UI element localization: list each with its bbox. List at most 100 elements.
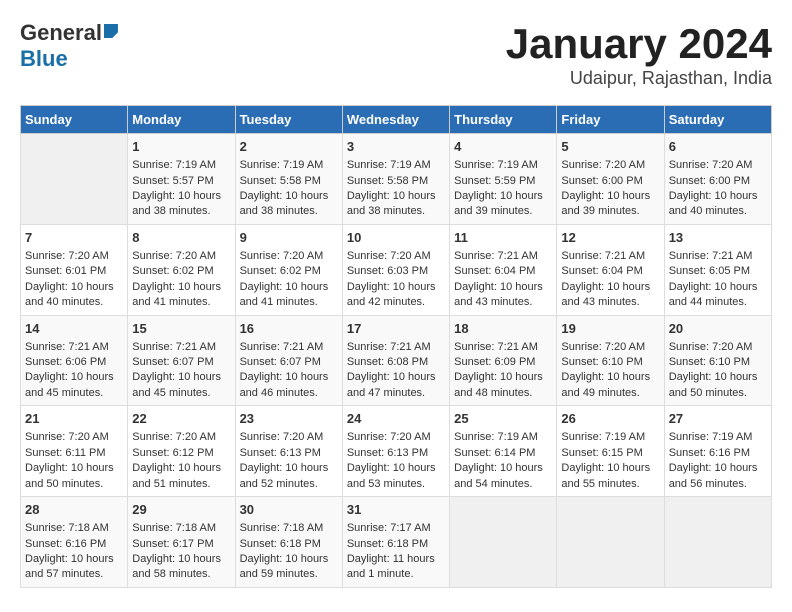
day-info: Daylight: 10 hours xyxy=(132,461,230,476)
day-info: Daylight: 10 hours xyxy=(25,552,123,567)
day-info: and 39 minutes. xyxy=(454,204,552,219)
day-info: Daylight: 10 hours xyxy=(240,370,338,385)
day-info: Sunset: 6:16 PM xyxy=(25,537,123,552)
day-info: Sunset: 6:18 PM xyxy=(347,537,445,552)
calendar-cell xyxy=(664,497,771,588)
day-info: and 54 minutes. xyxy=(454,477,552,492)
column-header-monday: Monday xyxy=(128,106,235,134)
calendar-cell: 8Sunrise: 7:20 AMSunset: 6:02 PMDaylight… xyxy=(128,224,235,315)
day-info: Sunset: 6:03 PM xyxy=(347,264,445,279)
column-header-friday: Friday xyxy=(557,106,664,134)
day-info: Daylight: 11 hours xyxy=(347,552,445,567)
day-info: and 50 minutes. xyxy=(25,477,123,492)
day-info: Daylight: 10 hours xyxy=(669,189,767,204)
week-row-5: 28Sunrise: 7:18 AMSunset: 6:16 PMDayligh… xyxy=(21,497,772,588)
day-info: Sunset: 5:58 PM xyxy=(240,174,338,189)
day-info: Sunset: 6:18 PM xyxy=(240,537,338,552)
day-number: 1 xyxy=(132,138,230,156)
header-row: SundayMondayTuesdayWednesdayThursdayFrid… xyxy=(21,106,772,134)
day-info: Sunrise: 7:21 AM xyxy=(25,340,123,355)
day-info: and 47 minutes. xyxy=(347,386,445,401)
day-info: Sunset: 6:06 PM xyxy=(25,355,123,370)
day-info: Sunrise: 7:20 AM xyxy=(561,158,659,173)
day-info: Sunset: 6:09 PM xyxy=(454,355,552,370)
day-info: Sunset: 6:10 PM xyxy=(669,355,767,370)
calendar-cell: 6Sunrise: 7:20 AMSunset: 6:00 PMDaylight… xyxy=(664,134,771,225)
day-info: Daylight: 10 hours xyxy=(347,280,445,295)
day-info: Sunrise: 7:17 AM xyxy=(347,521,445,536)
calendar-cell: 23Sunrise: 7:20 AMSunset: 6:13 PMDayligh… xyxy=(235,406,342,497)
day-number: 3 xyxy=(347,138,445,156)
day-info: and 52 minutes. xyxy=(240,477,338,492)
calendar-cell xyxy=(21,134,128,225)
day-info: Sunset: 5:58 PM xyxy=(347,174,445,189)
day-number: 4 xyxy=(454,138,552,156)
calendar-cell: 19Sunrise: 7:20 AMSunset: 6:10 PMDayligh… xyxy=(557,315,664,406)
day-info: Daylight: 10 hours xyxy=(454,280,552,295)
calendar-cell xyxy=(557,497,664,588)
day-number: 10 xyxy=(347,229,445,247)
day-info: and 41 minutes. xyxy=(240,295,338,310)
day-number: 6 xyxy=(669,138,767,156)
day-info: Sunset: 5:57 PM xyxy=(132,174,230,189)
calendar-cell: 7Sunrise: 7:20 AMSunset: 6:01 PMDaylight… xyxy=(21,224,128,315)
day-number: 31 xyxy=(347,501,445,519)
day-info: Daylight: 10 hours xyxy=(669,280,767,295)
day-number: 16 xyxy=(240,320,338,338)
day-info: Sunrise: 7:19 AM xyxy=(669,430,767,445)
calendar-cell: 5Sunrise: 7:20 AMSunset: 6:00 PMDaylight… xyxy=(557,134,664,225)
day-info: Daylight: 10 hours xyxy=(25,280,123,295)
day-info: Daylight: 10 hours xyxy=(347,461,445,476)
day-info: Sunrise: 7:20 AM xyxy=(561,340,659,355)
day-info: Sunset: 6:00 PM xyxy=(669,174,767,189)
day-info: Sunset: 6:12 PM xyxy=(132,446,230,461)
day-info: and 44 minutes. xyxy=(669,295,767,310)
day-number: 8 xyxy=(132,229,230,247)
calendar-cell: 26Sunrise: 7:19 AMSunset: 6:15 PMDayligh… xyxy=(557,406,664,497)
header: General Blue January 2024 Udaipur, Rajas… xyxy=(20,20,772,89)
day-info: Sunset: 6:14 PM xyxy=(454,446,552,461)
day-info: Sunrise: 7:21 AM xyxy=(240,340,338,355)
day-info: Sunrise: 7:20 AM xyxy=(25,430,123,445)
day-number: 11 xyxy=(454,229,552,247)
week-row-1: 1Sunrise: 7:19 AMSunset: 5:57 PMDaylight… xyxy=(21,134,772,225)
day-number: 27 xyxy=(669,410,767,428)
day-info: Sunrise: 7:21 AM xyxy=(454,340,552,355)
day-info: Sunset: 6:02 PM xyxy=(240,264,338,279)
day-info: Sunrise: 7:21 AM xyxy=(454,249,552,264)
day-number: 25 xyxy=(454,410,552,428)
day-number: 14 xyxy=(25,320,123,338)
day-info: Daylight: 10 hours xyxy=(132,189,230,204)
day-info: and 55 minutes. xyxy=(561,477,659,492)
calendar-cell xyxy=(450,497,557,588)
day-number: 17 xyxy=(347,320,445,338)
calendar-cell: 2Sunrise: 7:19 AMSunset: 5:58 PMDaylight… xyxy=(235,134,342,225)
day-info: Sunrise: 7:20 AM xyxy=(132,430,230,445)
day-number: 22 xyxy=(132,410,230,428)
day-number: 30 xyxy=(240,501,338,519)
day-info: and 48 minutes. xyxy=(454,386,552,401)
day-info: and 42 minutes. xyxy=(347,295,445,310)
calendar-cell: 22 Sunrise: 7:20 AMSunset: 6:12 PMDayligh… xyxy=(128,406,235,497)
day-info: Daylight: 10 hours xyxy=(454,461,552,476)
day-info: Sunrise: 7:18 AM xyxy=(25,521,123,536)
day-info: and 45 minutes. xyxy=(132,386,230,401)
day-info: and 40 minutes. xyxy=(669,204,767,219)
calendar-cell: 29Sunrise: 7:18 AMSunset: 6:17 PMDayligh… xyxy=(128,497,235,588)
day-info: Daylight: 10 hours xyxy=(25,461,123,476)
day-info: and 59 minutes. xyxy=(240,567,338,582)
day-info: Sunrise: 7:19 AM xyxy=(240,158,338,173)
day-info: Daylight: 10 hours xyxy=(454,189,552,204)
day-info: and 56 minutes. xyxy=(669,477,767,492)
day-info: Sunrise: 7:20 AM xyxy=(132,249,230,264)
day-info: Sunrise: 7:18 AM xyxy=(240,521,338,536)
day-number: 28 xyxy=(25,501,123,519)
day-info: Daylight: 10 hours xyxy=(132,552,230,567)
day-info: Sunrise: 7:20 AM xyxy=(347,249,445,264)
calendar-cell: 4Sunrise: 7:19 AMSunset: 5:59 PMDaylight… xyxy=(450,134,557,225)
day-info: Sunset: 6:15 PM xyxy=(561,446,659,461)
day-info: Sunrise: 7:21 AM xyxy=(347,340,445,355)
day-info: Sunrise: 7:18 AM xyxy=(132,521,230,536)
calendar-cell: 1Sunrise: 7:19 AMSunset: 5:57 PMDaylight… xyxy=(128,134,235,225)
day-number: 19 xyxy=(561,320,659,338)
